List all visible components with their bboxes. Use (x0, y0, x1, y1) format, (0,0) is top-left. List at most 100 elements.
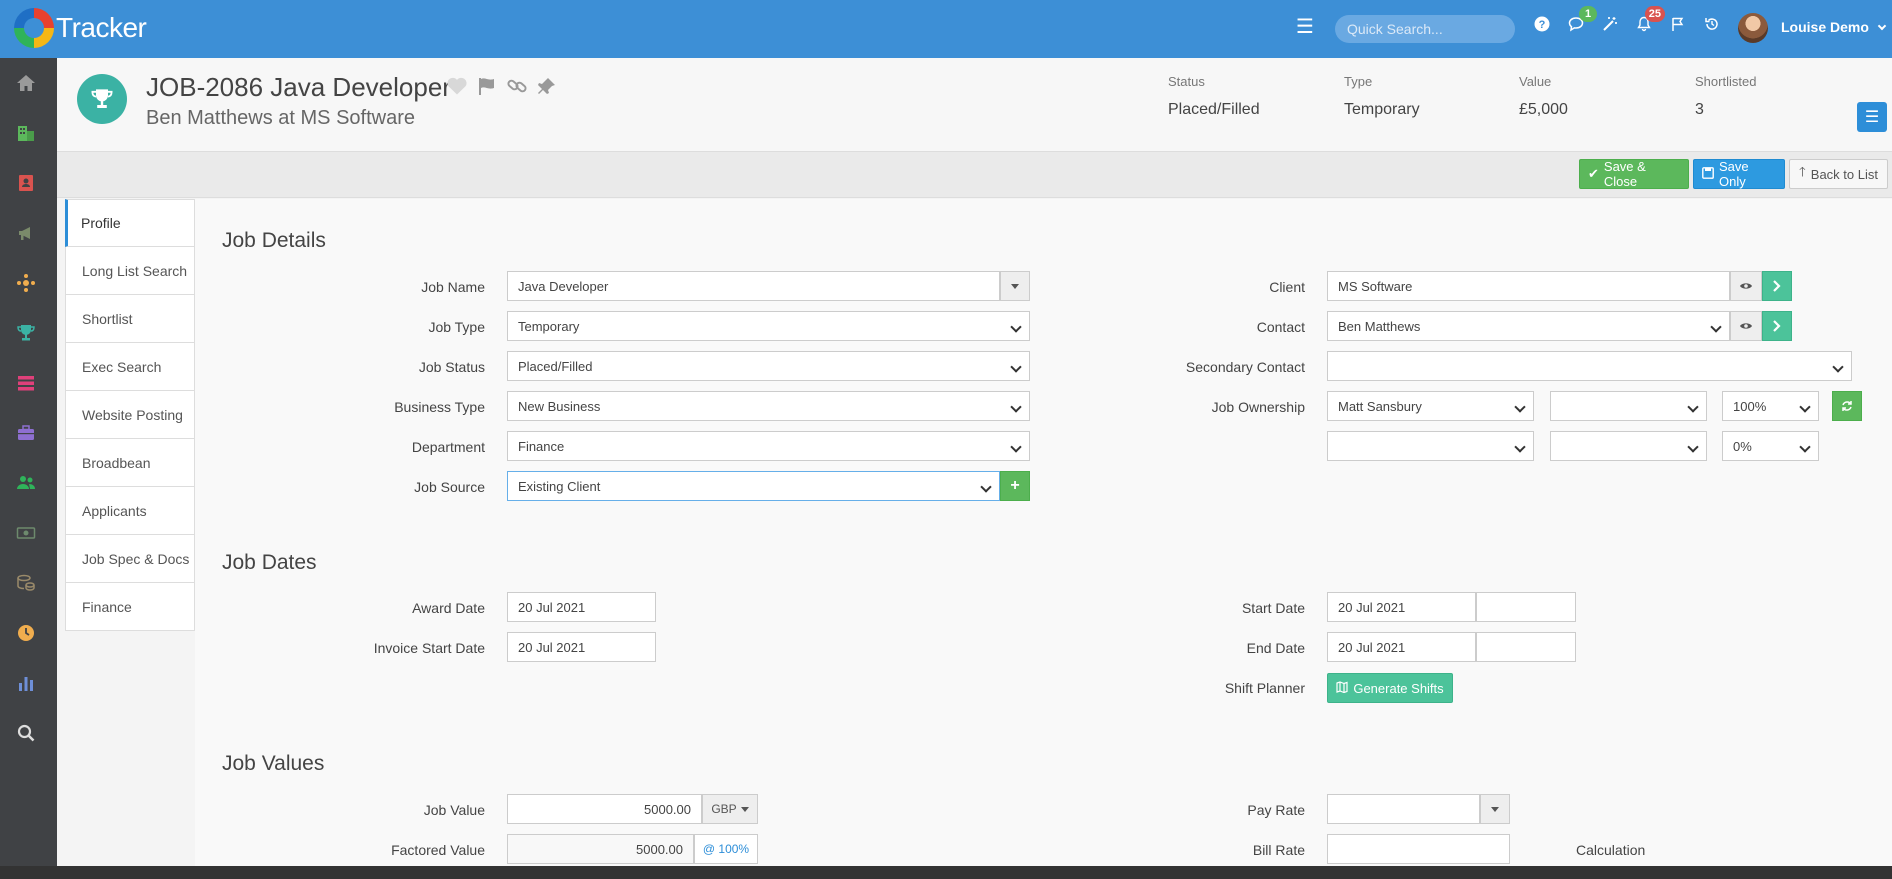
stat-value: 3 (1695, 101, 1704, 118)
caret-down-icon (1491, 806, 1499, 812)
opportunities-icon[interactable] (15, 272, 37, 294)
profile-tabs: Profile Long List Search Shortlist Exec … (65, 199, 195, 631)
tab-long-list-search[interactable]: Long List Search (65, 247, 195, 295)
companies-icon[interactable] (15, 122, 37, 144)
map-icon (1336, 680, 1348, 696)
award-date-label: Award Date (412, 600, 485, 616)
user-avatar[interactable] (1738, 13, 1768, 43)
hamburger-menu-icon[interactable]: ☰ (1296, 17, 1316, 37)
owner-1-percentage-select[interactable]: 100% (1722, 391, 1819, 421)
start-date-input[interactable]: 20 Jul 2021 (1327, 592, 1476, 622)
secondary-contact-select[interactable] (1327, 351, 1852, 381)
caret-down-icon (740, 806, 749, 812)
refresh-ownership-icon[interactable] (1832, 391, 1862, 421)
main-sidebar (0, 58, 57, 879)
save-close-button[interactable]: ✔ Save & Close (1579, 159, 1689, 189)
open-client-chevron-right-icon[interactable] (1762, 271, 1792, 301)
contacts-icon[interactable] (15, 172, 37, 194)
tab-website-posting[interactable]: Website Posting (65, 391, 195, 439)
invoice-start-date-input[interactable]: 20 Jul 2021 (507, 632, 656, 662)
pay-rate-dropdown-button[interactable] (1480, 794, 1510, 824)
contact-select[interactable]: Ben Matthews (1327, 311, 1730, 341)
owner-1-select[interactable]: Matt Sansbury (1327, 391, 1534, 421)
database-coins-icon[interactable] (15, 572, 37, 594)
search-icon[interactable] (15, 722, 37, 744)
candidates-users-icon[interactable] (15, 472, 37, 494)
owner-3-percentage-select[interactable]: 0% (1722, 431, 1819, 461)
tab-shortlist[interactable]: Shortlist (65, 295, 195, 343)
tab-job-spec-docs[interactable]: Job Spec & Docs (65, 535, 195, 583)
currency-dropdown[interactable]: GBP (702, 794, 758, 824)
messages-icon[interactable]: 1 (1565, 6, 1597, 38)
view-contact-eye-icon[interactable] (1730, 311, 1762, 341)
lists-icon[interactable] (15, 372, 37, 394)
section-title-job-values: Job Values (222, 752, 325, 775)
job-name-dropdown-button[interactable] (1000, 271, 1030, 301)
user-menu[interactable]: Louise Demo (1781, 19, 1887, 35)
back-to-list-button[interactable]: 🡑 Back to List (1789, 159, 1888, 189)
bill-rate-input[interactable] (1327, 834, 1510, 864)
notifications-bell-icon[interactable]: 25 (1633, 6, 1665, 38)
currency-code: GBP (711, 802, 737, 816)
shift-planner-label: Shift Planner (1224, 680, 1305, 696)
help-icon[interactable]: ? (1531, 16, 1553, 38)
stat-label: Status (1168, 74, 1205, 89)
tab-broadbean[interactable]: Broadbean (65, 439, 195, 487)
open-contact-chevron-right-icon[interactable] (1762, 311, 1792, 341)
campaigns-megaphone-icon[interactable] (15, 222, 37, 244)
stat-shortlisted: Shortlisted 3 (1695, 74, 1756, 119)
messages-badge: 1 (1579, 6, 1597, 22)
logo-icon (14, 8, 54, 48)
clock-icon[interactable] (15, 622, 37, 644)
factored-value-label: Factored Value (391, 842, 485, 858)
department-label: Department (411, 439, 485, 455)
client-label: Client (1269, 279, 1305, 295)
job-name-input[interactable]: Java Developer (507, 271, 1000, 301)
magic-wand-icon[interactable] (1599, 16, 1621, 38)
record-menu-button[interactable]: ☰ (1857, 102, 1887, 132)
tab-exec-search[interactable]: Exec Search (65, 343, 195, 391)
view-client-eye-icon[interactable] (1730, 271, 1762, 301)
tab-applicants[interactable]: Applicants (65, 487, 195, 535)
award-date-input[interactable]: 20 Jul 2021 (507, 592, 656, 622)
add-job-source-button[interactable]: + (1000, 471, 1030, 501)
owner-4-select[interactable] (1550, 431, 1707, 461)
link-icon[interactable] (505, 74, 529, 98)
end-time-input[interactable] (1476, 632, 1576, 662)
flag-icon[interactable] (475, 74, 499, 98)
job-value-input[interactable]: 5000.00 (507, 794, 702, 824)
department-select[interactable]: Finance (507, 431, 1030, 461)
job-source-select[interactable]: Existing Client (507, 471, 1000, 501)
save-only-button[interactable]: Save Only (1693, 159, 1785, 189)
notifications-badge: 25 (1644, 6, 1665, 22)
briefcase-icon[interactable] (15, 422, 37, 444)
start-time-input[interactable] (1476, 592, 1576, 622)
job-source-label: Job Source (414, 479, 485, 495)
tracker-logo[interactable]: Tracker (14, 8, 147, 48)
arrow-up-icon: 🡑 (1799, 164, 1806, 179)
generate-shifts-button[interactable]: Generate Shifts (1327, 673, 1453, 703)
jobs-trophy-icon[interactable] (15, 322, 37, 344)
flag-icon[interactable] (1667, 16, 1689, 38)
owner-3-select[interactable] (1327, 431, 1534, 461)
job-type-select[interactable]: Temporary (507, 311, 1030, 341)
owner-2-select[interactable] (1550, 391, 1707, 421)
money-icon[interactable] (15, 522, 37, 544)
pay-rate-input[interactable] (1327, 794, 1480, 824)
business-type-select[interactable]: New Business (507, 391, 1030, 421)
home-icon[interactable] (15, 72, 37, 94)
quick-search-input[interactable] (1335, 15, 1515, 43)
calculation-label: Calculation (1576, 842, 1646, 858)
tab-profile[interactable]: Profile (65, 199, 195, 247)
job-status-select[interactable]: Placed/Filled (507, 351, 1030, 381)
client-input[interactable]: MS Software (1327, 271, 1730, 301)
favourite-heart-icon[interactable] (445, 74, 469, 98)
pin-icon[interactable] (535, 74, 559, 98)
reports-bar-chart-icon[interactable] (15, 672, 37, 694)
tab-finance[interactable]: Finance (65, 583, 195, 631)
stat-type: Type Temporary (1344, 74, 1420, 119)
end-date-input[interactable]: 20 Jul 2021 (1327, 632, 1476, 662)
job-type-label: Job Type (428, 319, 485, 335)
end-date-label: End Date (1246, 640, 1305, 656)
history-icon[interactable] (1701, 16, 1723, 38)
